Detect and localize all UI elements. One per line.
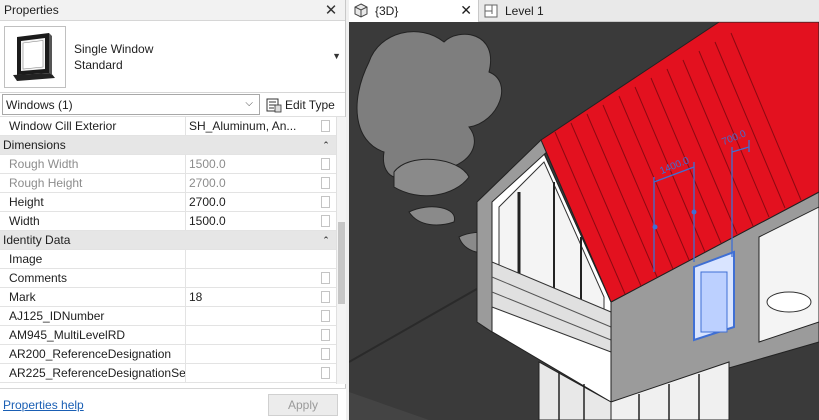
property-value[interactable] <box>186 326 336 344</box>
edit-type-label: Edit Type <box>285 97 335 112</box>
collapse-icon[interactable]: ⌃ <box>316 136 336 154</box>
cube-3d-icon <box>354 3 368 18</box>
associate-parameter-button[interactable] <box>321 158 330 170</box>
property-row: AJ125_IDNumber <box>0 307 336 326</box>
associate-parameter-button[interactable] <box>321 367 330 379</box>
associate-parameter-button[interactable] <box>321 272 330 284</box>
property-label: Width <box>0 212 186 230</box>
property-row: Width 1500.0 <box>0 212 336 231</box>
properties-palette: Properties ✕ Single Window Standard ▼ Wi… <box>0 0 346 420</box>
tab-3d-label: {3D} <box>375 4 399 18</box>
property-value-text: 2700.0 <box>189 176 226 190</box>
associate-parameter-button[interactable] <box>321 329 330 341</box>
properties-grid: Window Cill Exterior SH_Aluminum, An... Di… <box>0 117 336 384</box>
property-row: Height 2700.0 <box>0 193 336 212</box>
property-value[interactable] <box>186 345 336 363</box>
type-selector[interactable]: Single Window Standard ▼ <box>0 21 345 93</box>
property-row: Rough Height 2700.0 <box>0 174 336 193</box>
close-icon[interactable]: ✕ <box>323 1 339 19</box>
scrollbar-thumb[interactable] <box>338 222 345 304</box>
property-row: AR200_ReferenceDesignation <box>0 345 336 364</box>
properties-title: Properties <box>4 3 59 17</box>
instance-filter-select[interactable]: Windows (1) ⌵ <box>2 94 260 115</box>
property-value[interactable] <box>186 364 336 382</box>
associate-parameter-button[interactable] <box>321 177 330 189</box>
property-label: AJ125_IDNumber <box>0 307 186 325</box>
group-label: Dimensions <box>3 138 66 152</box>
property-row: Image <box>0 250 336 269</box>
chevron-down-icon: ⌵ <box>245 98 253 109</box>
property-value-text: 18 <box>189 290 203 304</box>
property-row: Window Cill Exterior SH_Aluminum, An... <box>0 117 336 136</box>
filter-row: Windows (1) ⌵ Edit Type <box>0 93 345 117</box>
model-3d-canvas[interactable]: 1400.0 700.0 <box>349 22 819 420</box>
edit-type-icon <box>266 98 282 112</box>
property-value-text: 1500.0 <box>189 157 226 171</box>
property-row: Rough Width 1500.0 <box>0 155 336 174</box>
view-area: {3D} ✕ Level 1 1400.0 700.0 <box>349 0 819 420</box>
close-icon[interactable]: ✕ <box>460 2 472 19</box>
property-value[interactable]: 2700.0 <box>186 193 336 211</box>
tab-level-1[interactable]: Level 1 <box>479 0 679 22</box>
window-type-thumbnail <box>4 25 66 88</box>
edit-type-button[interactable]: Edit Type <box>266 94 335 115</box>
property-value[interactable]: SH_Aluminum, An... <box>186 117 336 135</box>
instance-filter-value: Windows (1) <box>6 97 73 112</box>
associate-parameter-button[interactable] <box>321 310 330 322</box>
type-family-name: Single Window <box>74 41 154 56</box>
property-value-text: SH_Aluminum, An... <box>189 119 297 133</box>
property-row: Mark 18 <box>0 288 336 307</box>
property-label: Image <box>0 250 186 268</box>
property-label: AM945_MultiLevelRD <box>0 326 186 344</box>
property-value: 1500.0 <box>186 155 336 173</box>
apply-button[interactable]: Apply <box>268 393 338 416</box>
group-label: Identity Data <box>3 233 71 247</box>
collapse-icon[interactable]: ⌃ <box>316 231 336 249</box>
associate-parameter-button[interactable] <box>321 120 330 132</box>
property-value: 2700.0 <box>186 174 336 192</box>
property-row: AM945_MultiLevelRD <box>0 326 336 345</box>
group-header[interactable]: Dimensions ⌃ <box>0 136 336 155</box>
associate-parameter-button[interactable] <box>321 196 330 208</box>
property-value[interactable] <box>186 307 336 325</box>
property-value[interactable]: 1500.0 <box>186 212 336 230</box>
property-value-text: 1500.0 <box>189 214 226 228</box>
properties-footer: Properties help Apply <box>0 388 346 420</box>
associate-parameter-button[interactable] <box>321 215 330 227</box>
tab-3d-view[interactable]: {3D} ✕ <box>349 0 479 22</box>
property-row: Comments <box>0 269 336 288</box>
properties-scrollbar[interactable] <box>336 117 346 384</box>
property-value[interactable] <box>186 269 336 287</box>
group-header[interactable]: Identity Data ⌃ <box>0 231 336 250</box>
property-label: Window Cill Exterior <box>0 117 186 135</box>
floor-plan-icon <box>484 4 498 18</box>
tab-level-1-label: Level 1 <box>505 4 544 18</box>
associate-parameter-button[interactable] <box>321 348 330 360</box>
dropdown-arrow-icon[interactable]: ▼ <box>332 51 341 61</box>
property-label: Mark <box>0 288 186 306</box>
property-label: Comments <box>0 269 186 287</box>
property-label: Rough Height <box>0 174 186 192</box>
property-value[interactable] <box>186 250 336 268</box>
property-label: Height <box>0 193 186 211</box>
properties-header: Properties ✕ <box>0 0 345 21</box>
associate-parameter-button[interactable] <box>321 291 330 303</box>
property-label: AR225_ReferenceDesignationSet <box>0 364 186 382</box>
property-label: AR200_ReferenceDesignation <box>0 345 186 363</box>
property-label: Rough Width <box>0 155 186 173</box>
type-name: Standard <box>74 57 123 72</box>
view-tabbar: {3D} ✕ Level 1 <box>349 0 819 22</box>
property-row: AR225_ReferenceDesignationSet <box>0 364 336 383</box>
properties-help-link[interactable]: Properties help <box>3 398 268 412</box>
property-value[interactable]: 18 <box>186 288 336 306</box>
property-value-text: 2700.0 <box>189 195 226 209</box>
